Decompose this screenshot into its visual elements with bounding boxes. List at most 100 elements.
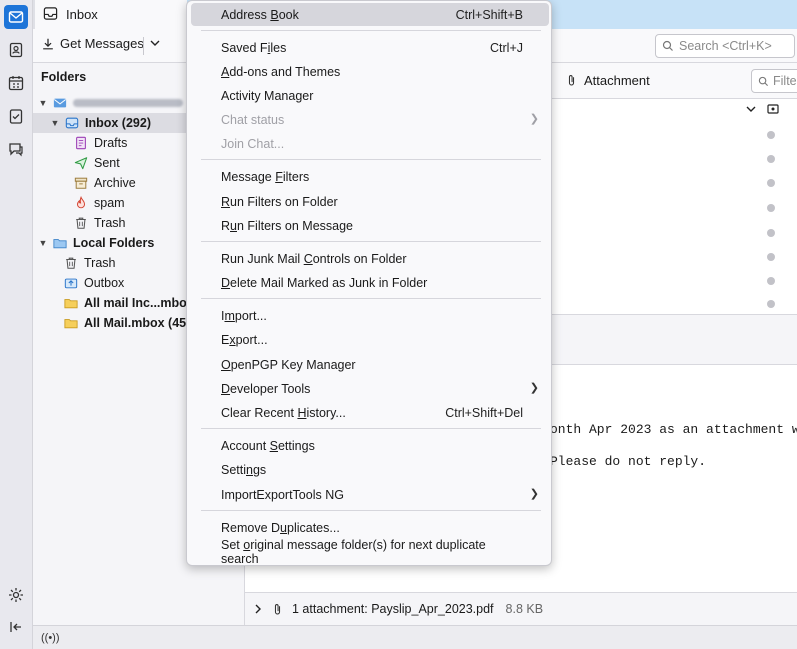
- sent-icon: [73, 155, 89, 171]
- menu-separator: [201, 510, 541, 511]
- attachment-label: 1 attachment: Payslip_Apr_2023.pdf: [292, 602, 494, 616]
- search-placeholder: Search <Ctrl+K>: [679, 39, 772, 53]
- read-status-dot[interactable]: [767, 253, 775, 261]
- menu-export[interactable]: Export...: [191, 328, 549, 351]
- join-chat-label: Join Chat...: [221, 136, 285, 151]
- menu-settings[interactable]: Settings: [191, 458, 549, 481]
- account-mail-icon: [52, 95, 68, 111]
- menu-openpgp[interactable]: OpenPGP Key Manager: [191, 353, 549, 376]
- menu-separator: [201, 30, 541, 31]
- folder-icon: [63, 315, 79, 331]
- online-status-icon[interactable]: ((•)): [41, 632, 60, 644]
- all-mail-mbox-label: All Mail.mbox (45: [84, 316, 187, 330]
- menu-message-filters[interactable]: Message Filters: [191, 165, 549, 188]
- folders-header: Folders: [41, 70, 87, 84]
- trash-icon: [63, 255, 79, 271]
- download-icon: [43, 38, 53, 49]
- read-status-dot[interactable]: [767, 229, 775, 237]
- menu-account-settings[interactable]: Account Settings: [191, 434, 549, 457]
- read-status-dot[interactable]: [767, 131, 775, 139]
- get-messages-button[interactable]: Get Messages: [41, 36, 144, 51]
- drafts-icon: [73, 135, 89, 151]
- read-status-dot[interactable]: [767, 179, 775, 187]
- tab-inbox[interactable]: Inbox: [35, 0, 187, 29]
- search-input[interactable]: Search <Ctrl+K>: [655, 34, 795, 58]
- outbox-icon: [63, 275, 79, 291]
- mail-tab-icon: [43, 6, 58, 24]
- filter-placeholder: Filter: [773, 74, 797, 88]
- attachment-size: 8.8 KB: [505, 602, 544, 616]
- menu-run-filters-folder[interactable]: Run Filters on Folder: [191, 190, 549, 213]
- local-trash-label: Trash: [84, 256, 116, 270]
- menu-join-chat[interactable]: Join Chat...: [191, 132, 549, 155]
- inbox-label: Inbox (292): [85, 116, 151, 130]
- menu-address-book[interactable]: Address Book Ctrl+Shift+B: [191, 3, 549, 26]
- menu-importexport-tools[interactable]: ImportExportTools NG ❯: [191, 483, 549, 506]
- chevron-down-icon[interactable]: ▼: [37, 98, 49, 108]
- mail-icon[interactable]: [4, 5, 28, 29]
- menu-saved-files[interactable]: Saved Files Ctrl+J: [191, 36, 549, 59]
- attachment-bar[interactable]: 1 attachment: Payslip_Apr_2023.pdf 8.8 K…: [245, 592, 797, 625]
- chevron-down-icon[interactable]: ▼: [49, 118, 61, 128]
- chat-icon[interactable]: [4, 137, 28, 161]
- search-icon: [758, 76, 769, 86]
- menu-set-original-folder[interactable]: Set original message folder(s) for next …: [191, 538, 549, 566]
- column-picker[interactable]: [745, 103, 779, 115]
- chevron-down-icon: [746, 106, 756, 112]
- menu-import[interactable]: Import...: [191, 304, 549, 327]
- calendar-icon[interactable]: [4, 71, 28, 95]
- menu-remove-duplicates[interactable]: Remove Duplicates...: [191, 516, 549, 539]
- activity-label: Activity Manager: [221, 88, 314, 103]
- menu-addons[interactable]: Add-ons and Themes: [191, 60, 549, 83]
- menu-run-filters-message[interactable]: Run Filters on Message: [191, 214, 549, 237]
- paperclip-icon: [568, 75, 575, 86]
- tasks-icon[interactable]: [4, 104, 28, 128]
- menu-separator: [201, 298, 541, 299]
- read-status-dot[interactable]: [767, 277, 775, 285]
- chevron-right-icon: [255, 604, 261, 614]
- read-status-dot[interactable]: [767, 204, 775, 212]
- local-folders-icon: [52, 235, 68, 251]
- tab-title: Inbox: [66, 7, 98, 22]
- spam-flame-icon: [73, 195, 89, 211]
- chat-status-label: Chat status: [221, 112, 285, 127]
- menu-developer-tools[interactable]: Developer Tools ❯: [191, 377, 549, 400]
- shortcut-address-book: Ctrl+Shift+B: [455, 7, 523, 22]
- menu-chat-status[interactable]: Chat status ❯: [191, 108, 549, 131]
- importexport-label: ImportExportTools NG: [221, 487, 344, 502]
- shortcut-clear-history: Ctrl+Shift+Del: [445, 405, 523, 420]
- body-line: Please do not reply.: [550, 454, 707, 469]
- shortcut-saved-files: Ctrl+J: [490, 40, 523, 55]
- menu-activity-manager[interactable]: Activity Manager: [191, 84, 549, 107]
- toolbar-separator: [143, 37, 144, 55]
- spaces-toolbar: [0, 0, 33, 649]
- archive-icon: [73, 175, 89, 191]
- menu-separator: [201, 159, 541, 160]
- quick-filter-input[interactable]: Filter: [751, 69, 797, 93]
- address-book-icon[interactable]: [4, 38, 28, 62]
- chevron-down-icon[interactable]: [149, 37, 161, 52]
- read-status-dot[interactable]: [767, 300, 775, 308]
- drafts-label: Drafts: [94, 136, 128, 150]
- account-email-redacted: [73, 99, 183, 107]
- spam-label: spam: [94, 196, 125, 210]
- chevron-down-icon[interactable]: ▼: [37, 238, 49, 248]
- menu-clear-history[interactable]: Clear Recent History... Ctrl+Shift+Del: [191, 401, 549, 424]
- menu-run-junk[interactable]: Run Junk Mail Controls on Folder: [191, 247, 549, 270]
- trash-label: Trash: [94, 216, 126, 230]
- paperclip-icon: [274, 603, 281, 614]
- attachment-filter-button[interactable]: Attachment: [565, 73, 650, 88]
- trash-icon: [73, 215, 89, 231]
- menu-delete-junk[interactable]: Delete Mail Marked as Junk in Folder: [191, 271, 549, 294]
- thread-column-icon: [767, 104, 779, 114]
- archive-label: Archive: [94, 176, 136, 190]
- inbox-icon: [64, 115, 80, 131]
- collapse-spaces-icon[interactable]: [4, 615, 28, 639]
- menu-separator: [201, 241, 541, 242]
- outbox-label: Outbox: [84, 276, 125, 290]
- local-folders-label: Local Folders: [73, 236, 155, 250]
- read-status-dot[interactable]: [767, 155, 775, 163]
- all-mail-inc-label: All mail Inc...mbo: [84, 296, 187, 310]
- settings-gear-icon[interactable]: [4, 583, 28, 607]
- tools-menu: Address Book Ctrl+Shift+B Saved Files Ctrl…: [186, 0, 552, 566]
